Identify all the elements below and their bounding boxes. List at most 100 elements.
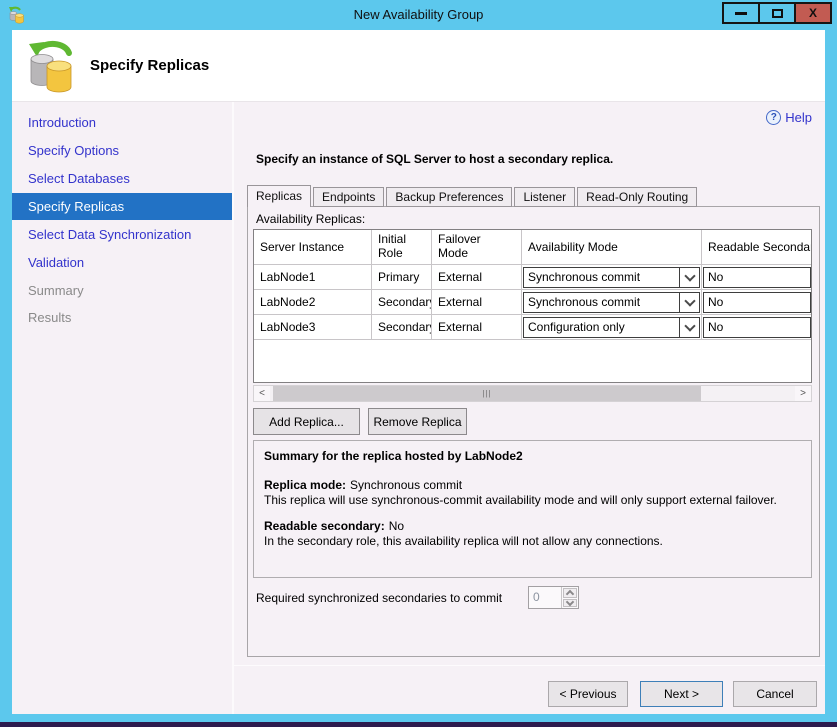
footer-divider: [234, 665, 825, 666]
tab-endpoints[interactable]: Endpoints: [313, 187, 384, 207]
sidebar-item-results: Results: [12, 304, 232, 331]
help-icon: ?: [766, 110, 781, 125]
previous-button[interactable]: < Previous: [548, 681, 628, 707]
availability-mode-dropdown[interactable]: Synchronous commit: [523, 292, 700, 313]
sidebar-item-select-databases[interactable]: Select Databases: [12, 165, 232, 192]
maximize-button[interactable]: [758, 2, 796, 24]
tab-read-only-routing[interactable]: Read-Only Routing: [577, 187, 697, 207]
chevron-down-icon: [684, 295, 695, 306]
add-replica-button[interactable]: Add Replica...: [253, 408, 360, 435]
dropdown-arrow: [679, 268, 699, 287]
cell-availability-mode: Synchronous commit: [522, 265, 702, 289]
readable-secondary-dropdown[interactable]: No: [703, 292, 811, 313]
sidebar-item-specify-replicas[interactable]: Specify Replicas: [12, 193, 232, 220]
spinner-down-button[interactable]: [563, 599, 577, 607]
window-title: New Availability Group: [0, 0, 837, 30]
replica-mode-line: Replica mode: Synchronous commit: [264, 478, 801, 492]
cell-server-instance[interactable]: LabNode2: [254, 290, 372, 314]
sidebar-item-introduction[interactable]: Introduction: [12, 109, 232, 136]
spinner-up-button[interactable]: [563, 588, 577, 598]
cell-failover-mode: External: [432, 315, 522, 339]
tab-replicas[interactable]: Replicas: [247, 185, 311, 207]
cell-failover-mode: External: [432, 265, 522, 289]
scrollbar-thumb[interactable]: |||: [273, 386, 701, 401]
replica-mode-description: This replica will use synchronous-commit…: [264, 493, 801, 507]
help-link[interactable]: ? Help: [766, 110, 812, 125]
scrollbar-track[interactable]: |||: [270, 386, 795, 401]
replica-row-labnode1[interactable]: LabNode1 Primary External Synchronous co…: [254, 265, 811, 290]
column-header-availability-mode: Availability Mode: [522, 230, 702, 264]
readable-secondary-value: No: [389, 519, 404, 533]
cell-server-instance[interactable]: LabNode1: [254, 265, 372, 289]
readable-secondary-label: Readable secondary:: [264, 519, 385, 533]
dialog-body: Specify Replicas Introduction Specify Op…: [12, 30, 825, 714]
scroll-left-button[interactable]: <: [254, 386, 270, 401]
cell-server-instance[interactable]: LabNode3: [254, 315, 372, 339]
replica-database-icon: [25, 38, 79, 94]
cell-readable-secondary: No: [702, 315, 812, 339]
wizard-steps-sidebar: Introduction Specify Options Select Data…: [12, 102, 232, 714]
close-icon: X: [809, 7, 817, 19]
title-bar[interactable]: New Availability Group X: [0, 0, 837, 30]
readable-secondary-dropdown[interactable]: No: [703, 267, 811, 288]
maximize-icon: [772, 9, 783, 18]
chevron-down-icon: [684, 320, 695, 331]
grid-horizontal-scrollbar[interactable]: < ||| >: [253, 385, 812, 402]
dialog-window: New Availability Group X Specify Replica…: [0, 0, 837, 727]
replicas-tab-page: Availability Replicas: Server Instance I…: [247, 206, 820, 657]
column-header-failover-mode: Failover Mode: [432, 230, 522, 264]
help-label: Help: [785, 110, 812, 125]
column-header-server-instance: Server Instance: [254, 230, 372, 264]
summary-title: Summary for the replica hosted by LabNod…: [264, 449, 801, 463]
next-button[interactable]: Next >: [640, 681, 723, 707]
scrollbar-grip-icon: |||: [482, 390, 491, 398]
sidebar-item-validation[interactable]: Validation: [12, 249, 232, 276]
sidebar-item-select-data-synchronization[interactable]: Select Data Synchronization: [12, 221, 232, 248]
spinner-value[interactable]: 0: [529, 587, 561, 608]
column-header-readable-secondary: Readable Secondary: [702, 230, 812, 264]
wizard-content: ? Help Specify an instance of SQL Server…: [234, 102, 825, 714]
spinner-buttons: [561, 587, 578, 608]
availability-mode-dropdown[interactable]: Synchronous commit: [523, 267, 700, 288]
sidebar-item-specify-options[interactable]: Specify Options: [12, 137, 232, 164]
page-title: Specify Replicas: [90, 57, 209, 74]
desktop-edge-strip: [0, 722, 837, 727]
availability-replicas-grid: Server Instance Initial Role Failover Mo…: [253, 229, 812, 383]
cell-availability-mode: Configuration only: [522, 315, 702, 339]
required-secondaries-spinner[interactable]: 0: [528, 586, 579, 609]
readable-secondary-line: Readable secondary: No: [264, 519, 801, 533]
tab-backup-preferences[interactable]: Backup Preferences: [386, 187, 512, 207]
page-instruction: Specify an instance of SQL Server to hos…: [256, 152, 613, 166]
cancel-button[interactable]: Cancel: [733, 681, 817, 707]
scroll-right-button[interactable]: >: [795, 386, 811, 401]
cell-initial-role: Primary: [372, 265, 432, 289]
remove-replica-button[interactable]: Remove Replica: [368, 408, 467, 435]
replica-mode-value: Synchronous commit: [350, 478, 462, 492]
cell-availability-mode: Synchronous commit: [522, 290, 702, 314]
sidebar-item-summary: Summary: [12, 277, 232, 304]
cell-readable-secondary: No: [702, 290, 812, 314]
close-button[interactable]: X: [794, 2, 832, 24]
availability-mode-dropdown[interactable]: Configuration only: [523, 317, 700, 338]
readable-secondary-description: In the secondary role, this availability…: [264, 534, 801, 548]
dropdown-arrow: [679, 293, 699, 312]
column-header-initial-role: Initial Role: [372, 230, 432, 264]
cell-initial-role: Secondary: [372, 315, 432, 339]
readable-secondary-dropdown[interactable]: No: [703, 317, 811, 338]
replica-row-labnode3[interactable]: LabNode3 Secondary External Configuratio…: [254, 315, 811, 340]
replica-row-labnode2[interactable]: LabNode2 Secondary External Synchronous …: [254, 290, 811, 315]
cell-failover-mode: External: [432, 290, 522, 314]
chevron-down-icon: [684, 270, 695, 281]
window-controls: X: [722, 2, 832, 24]
minimize-icon: [735, 12, 747, 15]
grid-header-row: Server Instance Initial Role Failover Mo…: [254, 230, 811, 265]
wizard-header: Specify Replicas: [12, 30, 825, 102]
replica-summary-panel: Summary for the replica hosted by LabNod…: [253, 440, 812, 578]
cell-readable-secondary: No: [702, 265, 812, 289]
minimize-button[interactable]: [722, 2, 760, 24]
spinner-down-icon: [566, 598, 574, 606]
required-secondaries-label: Required synchronized secondaries to com…: [256, 591, 502, 605]
cell-initial-role: Secondary: [372, 290, 432, 314]
replica-mode-label: Replica mode:: [264, 478, 346, 492]
tab-listener[interactable]: Listener: [514, 187, 575, 207]
